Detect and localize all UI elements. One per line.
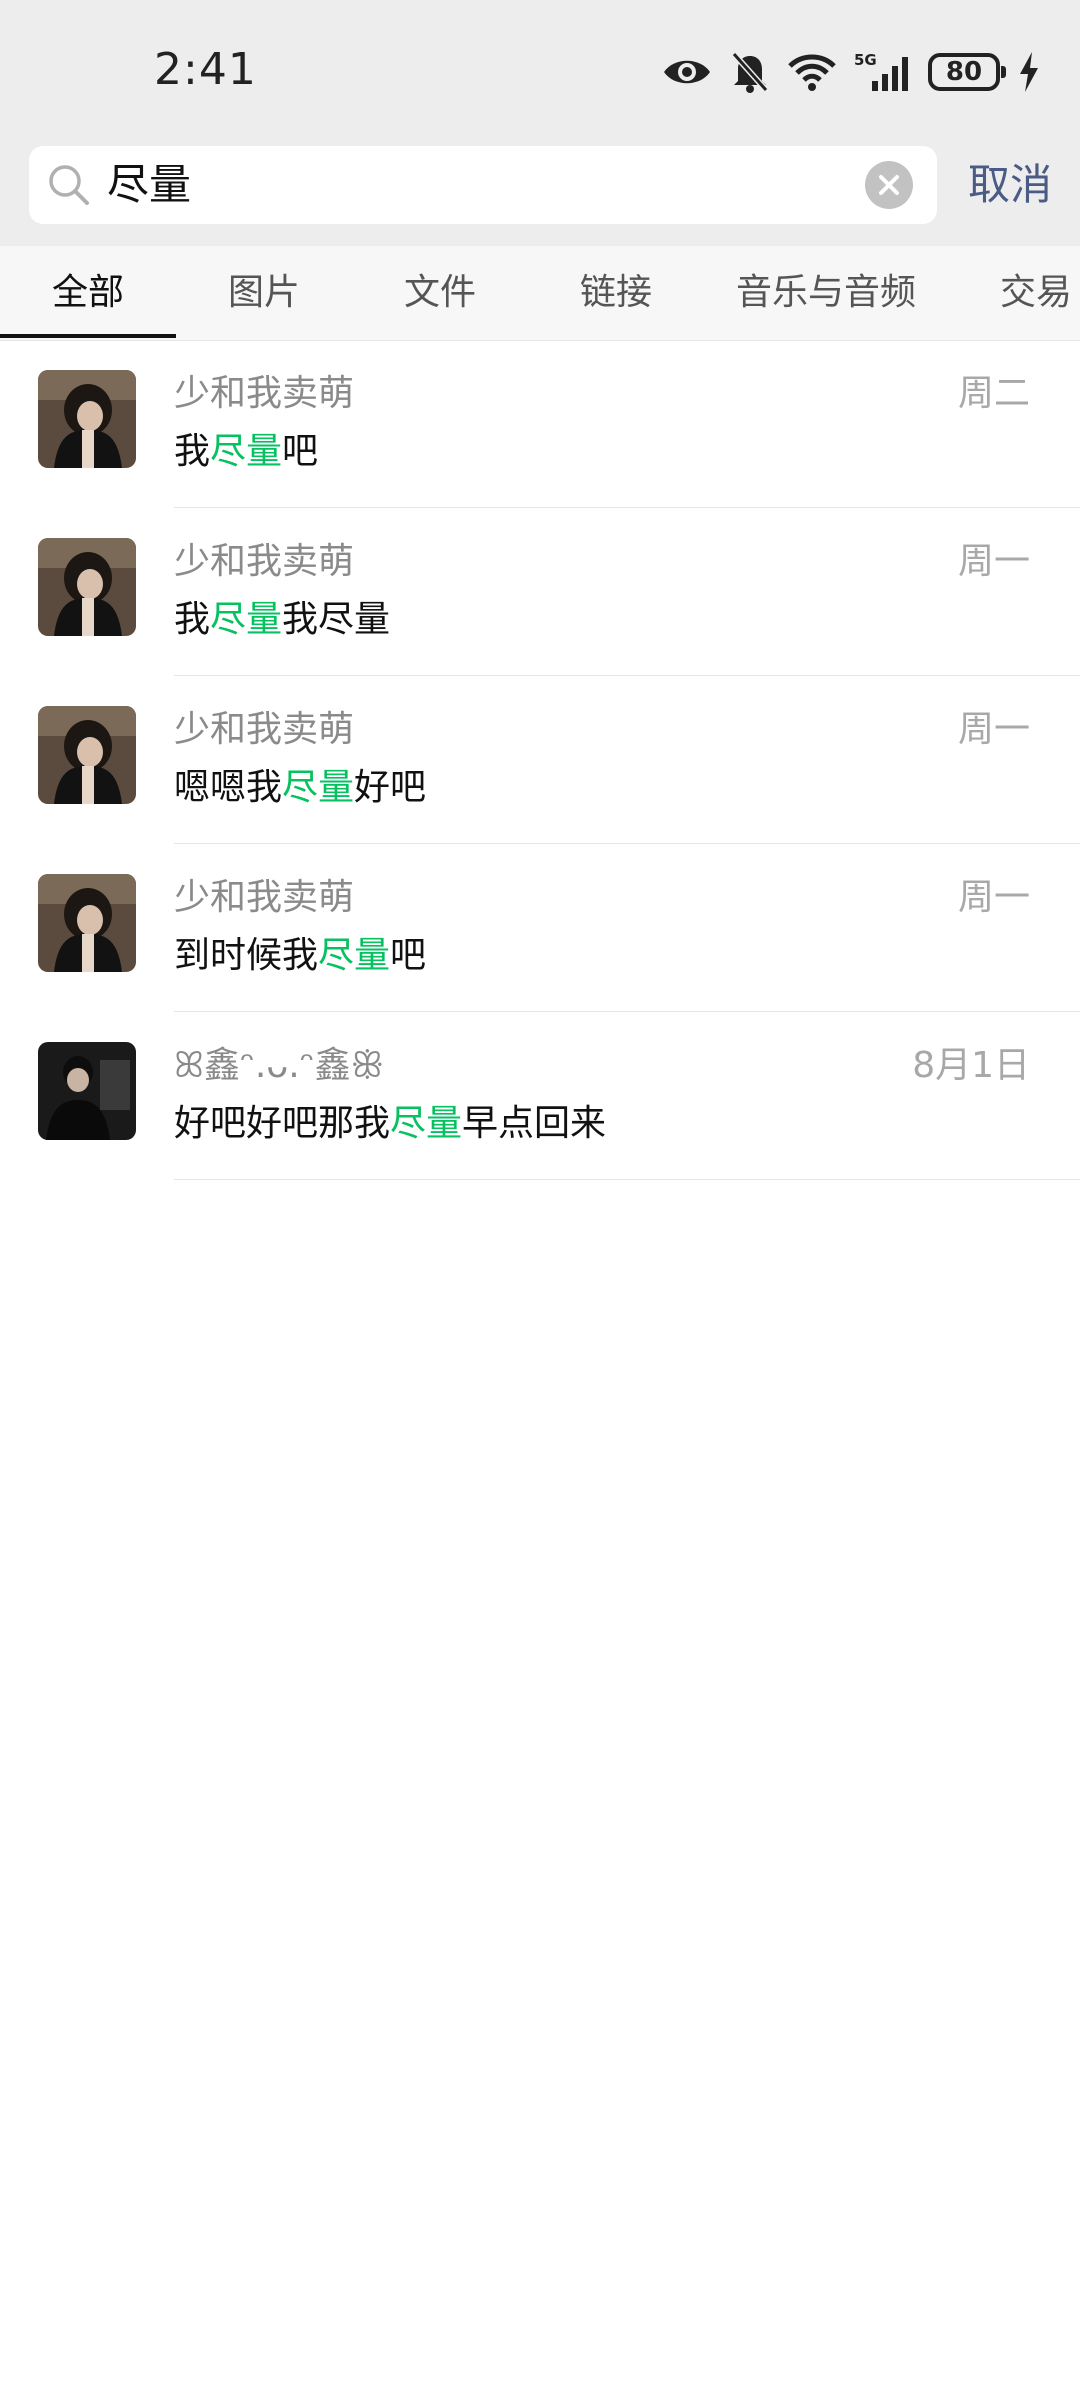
status-icons: 5G 80 bbox=[662, 46, 1040, 98]
list-item[interactable]: 少和我卖萌 周一 嗯嗯我尽量好吧 bbox=[0, 676, 1080, 844]
signal-5g-icon: 5G bbox=[854, 51, 910, 93]
charging-icon bbox=[1018, 52, 1040, 92]
cancel-button[interactable]: 取消 bbox=[968, 146, 1052, 224]
snippet-text: 好吧 bbox=[354, 767, 427, 808]
bell-off-icon bbox=[730, 51, 770, 93]
list-item[interactable]: 少和我卖萌 周二 我尽量吧 bbox=[0, 340, 1080, 508]
eye-icon bbox=[662, 55, 712, 89]
tab-all[interactable]: 全部 bbox=[52, 246, 124, 340]
message-snippet: 好吧好吧那我尽量早点回来 bbox=[174, 1094, 606, 1146]
top-bar: 2:41 5G 80 尽量 取消 bbox=[0, 0, 1080, 246]
divider bbox=[174, 1179, 1080, 1180]
avatar bbox=[38, 370, 136, 468]
search-query: 尽量 bbox=[107, 160, 192, 209]
highlighted-keyword: 尽量 bbox=[390, 1103, 463, 1144]
snippet-text: 好吧好吧那我 bbox=[174, 1103, 391, 1144]
snippet-text: 早点回来 bbox=[462, 1103, 607, 1144]
snippet-text: 嗯嗯我 bbox=[174, 767, 283, 808]
filter-tabs: 全部 图片 文件 链接 音乐与音频 交易 bbox=[0, 246, 1080, 341]
active-tab-indicator bbox=[0, 334, 176, 338]
message-snippet: 我尽量我尽量 bbox=[174, 590, 390, 642]
tab-transactions[interactable]: 交易 bbox=[1000, 246, 1072, 340]
avatar bbox=[38, 1042, 136, 1140]
message-date: 8月1日 bbox=[912, 1045, 1030, 1086]
avatar bbox=[38, 874, 136, 972]
wifi-icon bbox=[788, 52, 836, 92]
highlighted-keyword: 尽量 bbox=[318, 935, 391, 976]
search-icon bbox=[47, 163, 91, 211]
highlighted-keyword: 尽量 bbox=[210, 431, 283, 472]
highlighted-keyword: 尽量 bbox=[210, 599, 283, 640]
avatar bbox=[38, 538, 136, 636]
message-date: 周一 bbox=[957, 709, 1030, 750]
battery-level: 80 bbox=[945, 57, 983, 87]
message-snippet: 嗯嗯我尽量好吧 bbox=[174, 758, 426, 810]
message-snippet: 我尽量吧 bbox=[174, 422, 318, 474]
snippet-text: 到时候我 bbox=[174, 935, 319, 976]
tab-images[interactable]: 图片 bbox=[228, 246, 300, 340]
snippet-text: 我尽量 bbox=[282, 599, 391, 640]
snippet-text: 我 bbox=[174, 431, 211, 472]
tab-music-audio[interactable]: 音乐与音频 bbox=[736, 246, 916, 340]
contact-name: 少和我卖萌 bbox=[174, 541, 355, 582]
snippet-text: 吧 bbox=[390, 935, 427, 976]
status-time: 2:41 bbox=[154, 44, 257, 95]
svg-text:5G: 5G bbox=[854, 51, 877, 69]
list-item[interactable]: ꕤ鑫ᵔ.ᴗ.ᵔ鑫ꕥ 8月1日 好吧好吧那我尽量早点回来 bbox=[0, 1012, 1080, 1180]
snippet-text: 我 bbox=[174, 599, 211, 640]
message-date: 周一 bbox=[957, 877, 1030, 918]
highlighted-keyword: 尽量 bbox=[282, 767, 355, 808]
snippet-text: 吧 bbox=[282, 431, 319, 472]
search-input[interactable]: 尽量 bbox=[29, 146, 937, 224]
contact-name: 少和我卖萌 bbox=[174, 709, 355, 750]
tab-links[interactable]: 链接 bbox=[580, 246, 652, 340]
list-item[interactable]: 少和我卖萌 周一 我尽量我尽量 bbox=[0, 508, 1080, 676]
clear-icon[interactable] bbox=[865, 161, 913, 209]
message-snippet: 到时候我尽量吧 bbox=[174, 926, 426, 978]
avatar bbox=[38, 706, 136, 804]
contact-name: 少和我卖萌 bbox=[174, 373, 355, 414]
list-item[interactable]: 少和我卖萌 周一 到时候我尽量吧 bbox=[0, 844, 1080, 1012]
contact-name: 少和我卖萌 bbox=[174, 877, 355, 918]
tab-files[interactable]: 文件 bbox=[404, 246, 476, 340]
message-date: 周二 bbox=[957, 373, 1030, 414]
contact-name: ꕤ鑫ᵔ.ᴗ.ᵔ鑫ꕥ bbox=[174, 1045, 385, 1086]
message-date: 周一 bbox=[957, 541, 1030, 582]
battery-icon: 80 bbox=[928, 53, 1006, 91]
